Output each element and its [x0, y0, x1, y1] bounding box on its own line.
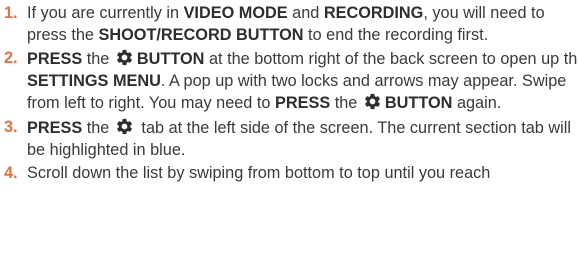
- step-text: Scroll down the list by swiping from bot…: [27, 164, 491, 183]
- step-2: 2. PRESS the BUTTON at the bottom right …: [0, 48, 578, 115]
- step-number: 1.: [4, 4, 18, 22]
- step-number: 2.: [4, 49, 18, 68]
- gear-icon: [115, 48, 134, 67]
- step-text: PRESS the BUTTON at the bottom right of …: [27, 48, 578, 113]
- button-label: BUTTON: [136, 50, 205, 69]
- gear-icon: [115, 117, 134, 136]
- step-number: 4.: [4, 164, 18, 183]
- step-1: 1. If you are currently in VIDEO MODE an…: [0, 3, 578, 46]
- shoot-record-button-label: SHOOT/RECORD BUTTON: [98, 25, 304, 44]
- recording-label: RECORDING: [323, 4, 424, 22]
- press-label: PRESS: [274, 94, 331, 113]
- step-text: If you are currently in VIDEO MODE and R…: [27, 4, 545, 44]
- button-label: BUTTON: [384, 94, 453, 113]
- press-label: PRESS: [27, 118, 83, 137]
- press-label: PRESS: [27, 50, 83, 69]
- step-4: 4. Scroll down the list by swiping from …: [0, 163, 578, 185]
- video-mode-label: VIDEO MODE: [183, 4, 288, 22]
- instruction-steps: 1. If you are currently in VIDEO MODE an…: [0, 3, 578, 187]
- settings-menu-label: SETTINGS MENU: [27, 71, 161, 90]
- step-text: PRESS the tab at the left side of the sc…: [27, 117, 571, 159]
- step-number: 3.: [4, 117, 18, 136]
- step-3: 3. PRESS the tab at the left side of the…: [0, 117, 578, 161]
- gear-icon: [363, 92, 382, 111]
